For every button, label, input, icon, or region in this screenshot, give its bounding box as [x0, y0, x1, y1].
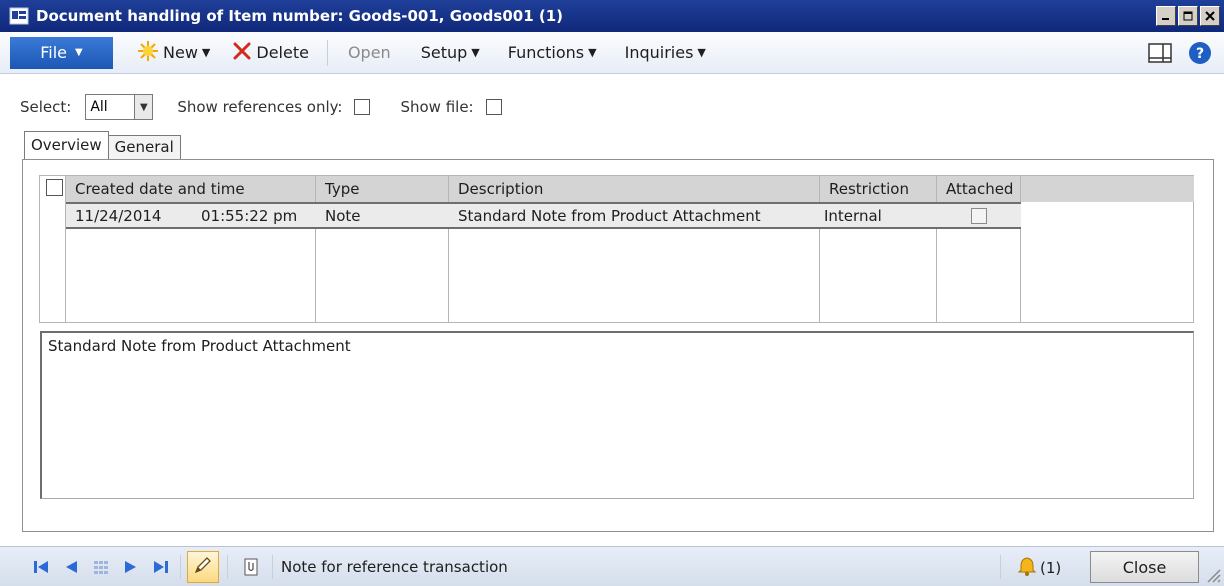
caret-down-icon: ▼ [201, 46, 211, 59]
bell-icon [1016, 555, 1038, 581]
chevron-down-icon: ▼ [75, 47, 83, 58]
attached-checkbox[interactable] [971, 207, 987, 224]
column-header-description[interactable]: Description [449, 176, 820, 202]
open-button[interactable]: Open [344, 37, 395, 69]
show-references-label: Show references only: [177, 98, 343, 116]
note-text-area[interactable]: Standard Note from Product Attachment [40, 331, 1194, 499]
tab-overview[interactable]: Overview [24, 131, 109, 160]
status-separator [180, 554, 181, 579]
chevron-down-icon[interactable]: ▼ [134, 95, 153, 119]
status-separator [272, 554, 273, 579]
minimize-button[interactable] [1156, 6, 1176, 26]
new-button[interactable]: New ▼ [133, 37, 214, 69]
filter-row: Select: All ▼ Show references only: Show… [20, 94, 502, 120]
delete-x-icon [232, 41, 252, 65]
caret-down-icon: ▼ [697, 46, 706, 59]
status-message: Note for reference transaction [281, 557, 508, 576]
file-menu-button[interactable]: File ▼ [10, 36, 113, 69]
column-header-created[interactable]: Created date and time [66, 176, 316, 202]
new-label: New [163, 43, 198, 62]
tab-strip: Overview General [24, 131, 181, 160]
attachment-clip-icon[interactable] [236, 552, 266, 582]
caret-down-icon: ▼ [588, 46, 597, 59]
toolbar-separator [326, 39, 328, 66]
setup-label: Setup [420, 43, 468, 62]
select-value: All [90, 99, 108, 115]
app-icon [8, 6, 30, 26]
help-icon[interactable]: ? [1188, 41, 1212, 69]
delete-label: Delete [256, 43, 309, 62]
last-record-icon[interactable] [146, 552, 176, 582]
column-header-type[interactable]: Type [316, 176, 449, 202]
select-combo[interactable]: All ▼ [85, 94, 154, 120]
next-record-icon[interactable] [116, 552, 146, 582]
action-pane: File ▼ New ▼ Delete Open Setup ▼ Functio… [0, 32, 1224, 74]
notification-alert[interactable]: (1) [1016, 555, 1061, 581]
alert-count: (1) [1040, 559, 1062, 577]
row-created-time: 01:55:22 pm [201, 206, 298, 225]
resize-grip-icon[interactable] [1202, 564, 1222, 584]
show-file-checkbox[interactable] [485, 99, 502, 115]
grid-view-icon[interactable] [86, 552, 116, 582]
row-description: Standard Note from Product Attachment [458, 206, 761, 225]
row-restriction: Internal [824, 206, 882, 225]
status-separator [227, 554, 228, 579]
status-separator [1000, 555, 1001, 579]
functions-menu[interactable]: Functions ▼ [504, 37, 601, 69]
tab-general[interactable]: General [108, 135, 181, 160]
previous-record-icon[interactable] [56, 552, 86, 582]
svg-text:?: ? [1196, 46, 1204, 62]
show-references-checkbox[interactable] [354, 99, 371, 115]
factbox-panel-icon[interactable] [1148, 43, 1172, 67]
grid-col-marker [40, 176, 66, 322]
show-file-label: Show file: [400, 98, 474, 116]
open-label: Open [347, 43, 391, 62]
inquiries-label: Inquiries [624, 43, 694, 62]
file-label: File [40, 43, 68, 62]
close-window-button[interactable] [1200, 6, 1220, 26]
row-created-date: 11/24/2014 [75, 206, 162, 225]
caret-down-icon: ▼ [471, 46, 480, 59]
first-record-icon[interactable] [26, 552, 56, 582]
document-grid: Created date and time Type Description R… [39, 175, 1194, 323]
inquiries-menu[interactable]: Inquiries ▼ [621, 37, 710, 69]
edit-mode-button[interactable] [187, 550, 219, 583]
window-title: Document handling of Item number: Goods-… [36, 7, 563, 25]
status-bar: Note for reference transaction (1) Close [0, 546, 1224, 586]
setup-menu[interactable]: Setup ▼ [417, 37, 484, 69]
column-header-restriction[interactable]: Restriction [820, 176, 937, 202]
row-attached [937, 202, 1021, 229]
new-star-icon [137, 40, 159, 66]
row-type: Note [325, 206, 361, 225]
maximize-button[interactable] [1178, 6, 1198, 26]
functions-label: Functions [507, 43, 585, 62]
select-label: Select: [20, 98, 72, 116]
delete-button[interactable]: Delete [228, 37, 313, 69]
close-button[interactable]: Close [1090, 551, 1199, 583]
pencil-icon [192, 554, 214, 580]
column-header-attached[interactable]: Attached [937, 176, 1021, 202]
title-bar: Document handling of Item number: Goods-… [0, 0, 1224, 32]
